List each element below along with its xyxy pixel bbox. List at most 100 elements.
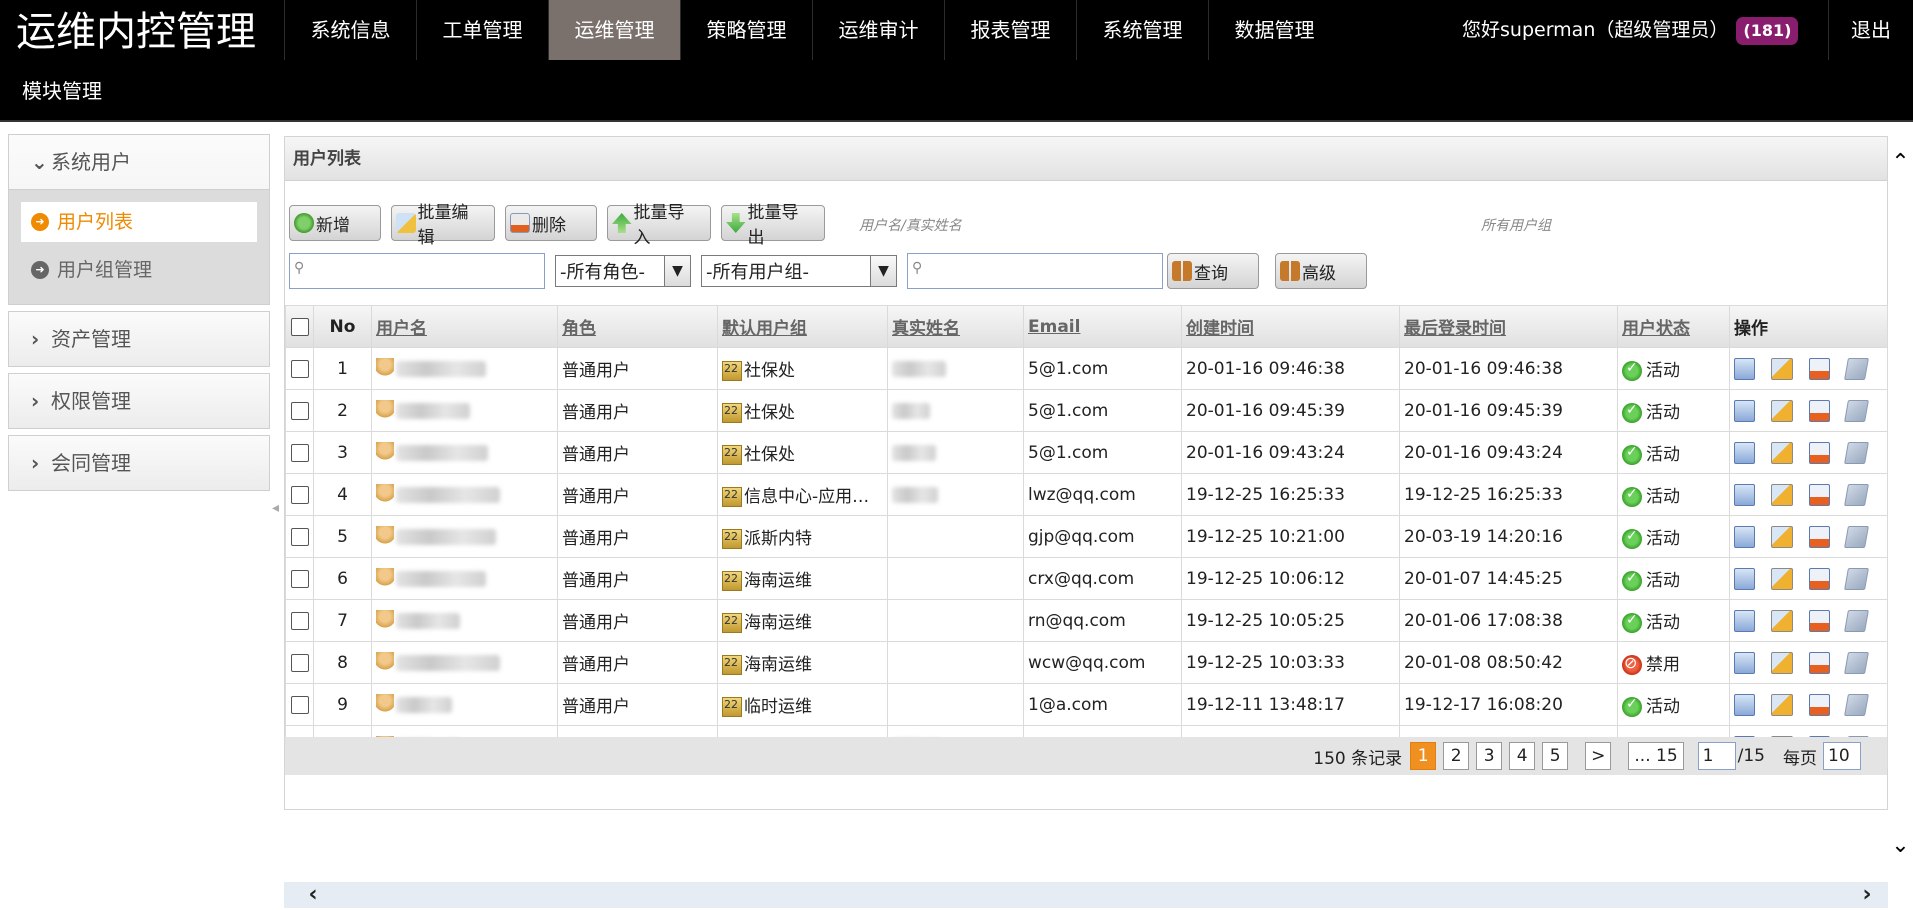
batch-export-button[interactable]: 批量导出 [721, 203, 825, 248]
row-username[interactable] [371, 389, 558, 432]
copy-icon[interactable] [1843, 525, 1869, 548]
advanced-search-button[interactable]: 高级 [1275, 253, 1367, 289]
delete-icon[interactable] [1808, 441, 1830, 464]
row-username[interactable] [371, 347, 558, 390]
sidebar-group-header-assets[interactable]: › 资产管理 [9, 312, 269, 366]
role-select[interactable]: -所有角色- ▼ [555, 255, 691, 287]
col-header-default-group[interactable]: 默认用户组 [717, 305, 888, 348]
keyword-search-input-2[interactable]: ⚲ [907, 253, 1163, 289]
page-button-5[interactable]: 5 [1542, 742, 1569, 770]
copy-icon[interactable] [1843, 399, 1869, 422]
select-all-checkbox[interactable] [290, 317, 309, 336]
nav-item-reports[interactable]: 报表管理 [944, 0, 1076, 60]
view-icon[interactable] [1734, 357, 1756, 380]
delete-icon[interactable] [1808, 693, 1830, 716]
edit-icon[interactable] [1771, 441, 1793, 464]
delete-button[interactable]: 删除 [505, 205, 597, 241]
row-username[interactable] [371, 473, 558, 516]
delete-icon[interactable] [1808, 399, 1830, 422]
nav-item-module-management[interactable]: 模块管理 [22, 74, 102, 108]
row-checkbox[interactable] [290, 443, 309, 462]
table-row[interactable]: 1普通用户社保处5@1.com20-01-16 09:46:3820-01-16… [285, 347, 1888, 390]
view-icon[interactable] [1734, 651, 1756, 674]
row-checkbox[interactable] [290, 569, 309, 588]
page-button-4[interactable]: 4 [1509, 742, 1536, 770]
delete-icon[interactable] [1808, 357, 1830, 380]
batch-edit-button[interactable]: 批量编辑 [391, 203, 495, 248]
view-icon[interactable] [1734, 609, 1756, 632]
view-icon[interactable] [1734, 525, 1756, 548]
sidebar-item-user-group[interactable]: ➜ 用户组管理 [21, 250, 257, 290]
row-username[interactable] [371, 515, 558, 558]
delete-icon[interactable] [1808, 567, 1830, 590]
message-count-badge[interactable]: (181) [1736, 16, 1799, 45]
keyword-search-input[interactable]: ⚲ [289, 253, 545, 289]
edit-icon[interactable] [1771, 525, 1793, 548]
edit-icon[interactable] [1771, 609, 1793, 632]
row-checkbox[interactable] [290, 359, 309, 378]
nav-item-system[interactable]: 系统管理 [1076, 0, 1208, 60]
nav-item-operations[interactable]: 运维管理 [548, 0, 680, 60]
logout-button[interactable]: 退出 [1828, 0, 1913, 60]
copy-icon[interactable] [1843, 651, 1869, 674]
batch-import-button[interactable]: 批量导入 [607, 203, 711, 248]
row-checkbox[interactable] [290, 401, 309, 420]
edit-icon[interactable] [1771, 651, 1793, 674]
sidebar-group-header-permissions[interactable]: › 权限管理 [9, 374, 269, 428]
nav-item-system-info[interactable]: 系统信息 [284, 0, 416, 60]
copy-icon[interactable] [1843, 441, 1869, 464]
table-row[interactable]: 4普通用户信息中心-应用…lwz@qq.com19-12-25 16:25:33… [285, 473, 1888, 516]
col-header-status[interactable]: 用户状态 [1617, 305, 1730, 348]
table-row[interactable]: 7 普通用户 海南运维 rn@qq.com19-12-25 10:05:2520-01… [285, 599, 1888, 642]
nav-item-ticket[interactable]: 工单管理 [416, 0, 548, 60]
copy-icon[interactable] [1843, 357, 1869, 380]
delete-icon[interactable] [1808, 483, 1830, 506]
page-button-1[interactable]: 1 [1410, 742, 1437, 770]
delete-icon[interactable] [1808, 609, 1830, 632]
copy-icon[interactable] [1843, 609, 1869, 632]
copy-icon[interactable] [1843, 693, 1869, 716]
copy-icon[interactable] [1843, 567, 1869, 590]
row-checkbox[interactable] [290, 485, 309, 504]
nav-item-data[interactable]: 数据管理 [1208, 0, 1340, 60]
sidebar-item-user-list[interactable]: ➜ 用户列表 [21, 202, 257, 242]
row-checkbox[interactable] [290, 527, 309, 546]
scroll-up-button[interactable]: ⌃ [1888, 150, 1913, 180]
col-header-username[interactable]: 用户名 [371, 305, 558, 348]
page-number-input[interactable]: 1 [1697, 742, 1736, 770]
copy-icon[interactable] [1843, 483, 1869, 506]
nav-item-audit[interactable]: 运维审计 [812, 0, 944, 60]
user-group-select[interactable]: -所有用户组- ▼ [701, 255, 897, 287]
edit-icon[interactable] [1771, 399, 1793, 422]
last-page-button[interactable]: ... 15 [1628, 742, 1684, 770]
edit-icon[interactable] [1771, 693, 1793, 716]
table-row[interactable]: 9 普通用户 临时运维 1@a.com19-12-11 13:48:1719-12-1… [285, 683, 1888, 726]
table-row[interactable]: 5 普通用户 派斯内特 gjp@qq.com19-12-25 10:21:0020-0… [285, 515, 1888, 558]
horizontal-scrollbar[interactable]: ‹ › [284, 882, 1888, 908]
delete-icon[interactable] [1808, 525, 1830, 548]
view-icon[interactable] [1734, 483, 1756, 506]
page-button-2[interactable]: 2 [1443, 742, 1470, 770]
row-username[interactable] [371, 683, 558, 726]
edit-icon[interactable] [1771, 567, 1793, 590]
row-username[interactable] [371, 431, 558, 474]
row-checkbox[interactable] [290, 653, 309, 672]
row-checkbox[interactable] [290, 611, 309, 630]
sidebar-group-header-system-users[interactable]: ⌄ 系统用户 [9, 135, 269, 189]
edit-icon[interactable] [1771, 483, 1793, 506]
table-row[interactable]: 2普通用户社保处5@1.com20-01-16 09:45:3920-01-16… [285, 389, 1888, 432]
view-icon[interactable] [1734, 693, 1756, 716]
row-checkbox[interactable] [290, 695, 309, 714]
next-page-button[interactable]: > [1585, 742, 1612, 770]
per-page-input[interactable]: 10 [1823, 742, 1861, 770]
col-header-last-login[interactable]: 最后登录时间 [1399, 305, 1618, 348]
view-icon[interactable] [1734, 441, 1756, 464]
row-username[interactable] [371, 557, 558, 600]
col-header-role[interactable]: 角色 [557, 305, 718, 348]
scroll-left-button[interactable]: ‹ [298, 882, 328, 908]
col-header-real-name[interactable]: 真实姓名 [887, 305, 1024, 348]
edit-icon[interactable] [1771, 357, 1793, 380]
view-icon[interactable] [1734, 399, 1756, 422]
table-row[interactable]: 6 普通用户 海南运维 crx@qq.com19-12-25 10:06:1220-0… [285, 557, 1888, 600]
query-button[interactable]: 查询 [1167, 253, 1259, 289]
